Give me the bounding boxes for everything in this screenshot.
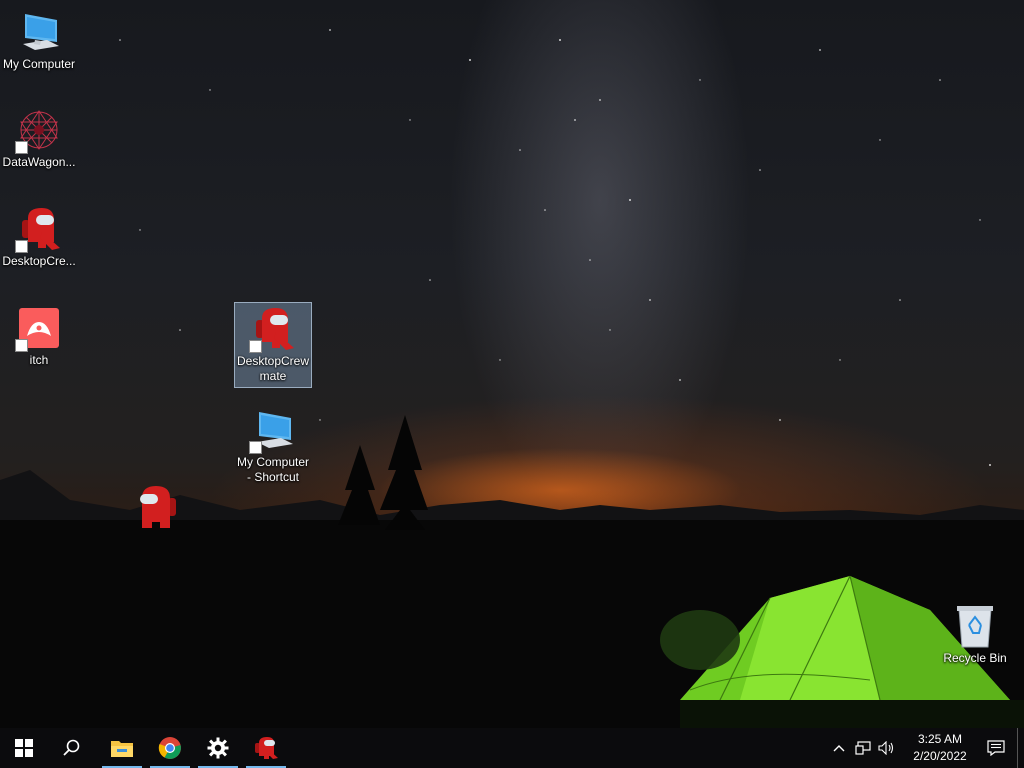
settings-icon <box>207 737 229 759</box>
file-explorer-icon <box>111 741 133 757</box>
desktop[interactable]: My Computer DataWagon... DesktopCre... i… <box>0 0 1024 768</box>
shortcut-arrow-icon <box>15 141 28 154</box>
desktop-icon-label: My Computer - Shortcut <box>236 455 310 484</box>
clock-date: 2/20/2022 <box>913 749 967 763</box>
volume-icon[interactable] <box>875 728 899 768</box>
desktop-icon-label: My Computer <box>2 57 76 71</box>
desktop-icon-label: DesktopCre... <box>2 254 76 268</box>
desktop-icon-label: DesktopCrew mate <box>236 354 310 383</box>
shortcut-arrow-icon <box>15 339 28 352</box>
crewmate-icon <box>15 205 63 253</box>
taskbar-crewmate-app[interactable] <box>242 728 290 768</box>
start-button[interactable] <box>0 728 48 768</box>
itch-icon <box>15 304 63 352</box>
shortcut-arrow-icon <box>249 441 262 454</box>
recycle-bin-icon <box>951 602 999 650</box>
tray-chevron-icon[interactable] <box>827 728 851 768</box>
shortcut-arrow-icon <box>249 340 262 353</box>
computer-icon <box>249 406 297 454</box>
network-icon[interactable] <box>851 728 875 768</box>
datawagon-icon <box>15 106 63 154</box>
desktop-icon-datawagon[interactable]: DataWagon... <box>0 104 78 173</box>
show-desktop-button[interactable] <box>1017 728 1024 768</box>
desktop-icon-my-computer[interactable]: My Computer <box>0 6 78 75</box>
taskbar: 3:25 AM 2/20/2022 <box>0 728 1024 768</box>
taskbar-chrome[interactable] <box>146 728 194 768</box>
action-center-button[interactable] <box>975 728 1017 768</box>
desktop-icon-label: Recycle Bin <box>943 651 1007 665</box>
taskbar-file-explorer[interactable] <box>98 728 146 768</box>
desktop-icon-desktopcrewmate-selected[interactable]: DesktopCrew mate <box>234 302 312 388</box>
desktop-icon-desktopcrewmate[interactable]: DesktopCre... <box>0 203 78 272</box>
desktop-icon-my-computer-shortcut[interactable]: My Computer - Shortcut <box>234 404 312 488</box>
desktop-icon-label: DataWagon... <box>2 155 76 169</box>
windows-start-icon <box>15 739 33 757</box>
crewmate-app-icon <box>255 737 278 759</box>
search-button[interactable] <box>48 728 96 768</box>
crewmate-icon <box>249 305 297 353</box>
wallpaper-stars <box>0 29 1024 768</box>
desktop-icon-itch[interactable]: itch <box>0 302 78 371</box>
desktop-icon-recycle-bin[interactable]: Recycle Bin <box>936 600 1014 669</box>
shortcut-arrow-icon <box>15 240 28 253</box>
notification-icon <box>987 740 1005 756</box>
taskbar-settings[interactable] <box>194 728 242 768</box>
clock-time: 3:25 AM <box>917 732 963 746</box>
system-tray: 3:25 AM 2/20/2022 <box>827 728 1024 768</box>
search-icon <box>63 739 80 756</box>
clock[interactable]: 3:25 AM 2/20/2022 <box>905 731 975 765</box>
desktop-icon-label: itch <box>29 353 49 367</box>
chrome-icon <box>158 737 181 759</box>
computer-icon <box>15 8 63 56</box>
crewmate-pet[interactable] <box>138 484 178 537</box>
